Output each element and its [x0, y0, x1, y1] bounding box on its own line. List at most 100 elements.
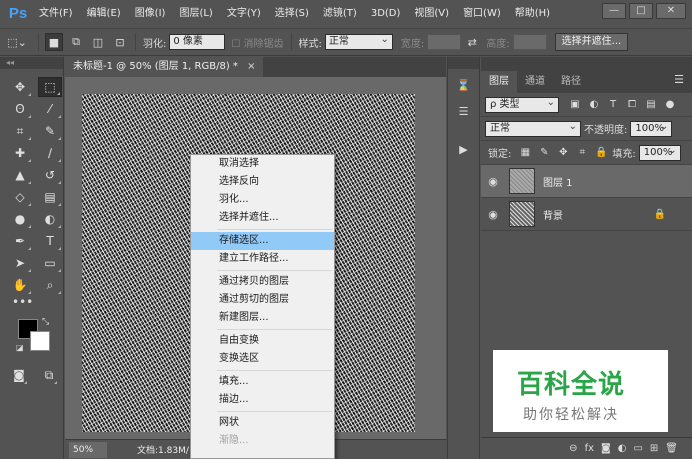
document-tab[interactable]: 未标题-1 @ 50% (图层 1, RGB/8) * ×	[65, 57, 264, 77]
move-tool-icon[interactable]: ✥	[8, 77, 32, 97]
antialias-checkbox[interactable]: ☐ 消除锯齿	[231, 35, 283, 50]
filter-pixel-icon[interactable]: ▣	[567, 97, 583, 113]
panel-menu-icon[interactable]: ☰	[674, 73, 684, 86]
height-input[interactable]	[512, 34, 547, 50]
swap-dimensions-icon[interactable]: ⇄	[463, 33, 481, 51]
fx-icon[interactable]: fx	[585, 443, 594, 454]
brush-icon[interactable]: ∕	[38, 143, 62, 163]
lock-all-icon[interactable]: 🔒	[593, 145, 609, 161]
eraser-icon[interactable]: ◇	[8, 187, 32, 207]
menu-window[interactable]: 窗口(W)	[456, 0, 508, 27]
menu-save-selection[interactable]: 存储选区...	[191, 232, 334, 250]
menu-select-inverse[interactable]: 选择反向	[191, 173, 334, 191]
tab-layers[interactable]: 图层	[481, 71, 517, 93]
hand-icon[interactable]: ✋	[8, 275, 32, 295]
type-tool-icon[interactable]: T	[38, 231, 62, 251]
menu-type[interactable]: 文字(Y)	[220, 0, 268, 27]
background-color-swatch[interactable]	[30, 331, 50, 351]
gradient-icon[interactable]: ▤	[38, 187, 62, 207]
menu-help[interactable]: 帮助(H)	[508, 0, 557, 27]
kind-filter-select[interactable]: ρ 类型	[485, 96, 559, 113]
menu-select-and-mask[interactable]: 选择并遮住...	[191, 209, 334, 227]
filter-smart-object-icon[interactable]: ▤	[643, 97, 659, 113]
tools-collapse-icon[interactable]: ◂◂	[0, 57, 63, 69]
lock-artboard-icon[interactable]: ⌗	[574, 145, 590, 161]
pen-icon[interactable]: ✒	[8, 231, 32, 251]
intersect-selection-icon[interactable]: ⊡	[111, 33, 129, 51]
menu-feather[interactable]: 羽化...	[191, 191, 334, 209]
menu-3d[interactable]: 3D(D)	[364, 0, 408, 27]
properties-panel-icon[interactable]: ☰	[452, 101, 476, 121]
filter-type-icon[interactable]: T	[605, 97, 621, 113]
filter-adjustment-icon[interactable]: ◐	[586, 97, 602, 113]
link-layers-icon[interactable]: ⊖	[569, 443, 577, 454]
crop-icon[interactable]: ⌗	[8, 121, 32, 141]
fill-input[interactable]: 100%	[638, 144, 681, 161]
rectangular-marquee-icon[interactable]: ⬚	[38, 77, 62, 97]
blur-icon[interactable]: ●	[8, 209, 32, 229]
path-selection-icon[interactable]: ➤	[8, 253, 32, 273]
maximize-button[interactable]: □	[629, 3, 653, 19]
menu-layer[interactable]: 图层(L)	[172, 0, 219, 27]
swap-colors-icon[interactable]: ⤡	[42, 317, 49, 327]
lock-transparent-icon[interactable]: ▦	[517, 145, 533, 161]
tab-close-icon[interactable]: ×	[247, 61, 255, 72]
opacity-input[interactable]: 100%	[630, 120, 673, 137]
zoom-field[interactable]: 50%	[69, 441, 107, 458]
menu-filter[interactable]: 滤镜(T)	[316, 0, 364, 27]
layer-row[interactable]: ◉ 图层 1	[481, 165, 692, 198]
dodge-icon[interactable]: ◐	[38, 209, 62, 229]
select-and-mask-button[interactable]: 选择并遮住...	[554, 33, 629, 51]
menu-deselect[interactable]: 取消选择	[191, 155, 334, 173]
menu-layer-via-copy[interactable]: 通过拷贝的图层	[191, 273, 334, 291]
menu-edit[interactable]: 编辑(E)	[80, 0, 128, 27]
history-brush-icon[interactable]: ↺	[38, 165, 62, 185]
clone-stamp-icon[interactable]: ▲	[8, 165, 32, 185]
menu-image[interactable]: 图像(I)	[128, 0, 173, 27]
visibility-eye-icon[interactable]: ◉	[481, 208, 505, 221]
lock-position-icon[interactable]: ✥	[555, 145, 571, 161]
eyedropper-icon[interactable]: ✎	[38, 121, 62, 141]
menu-stroke[interactable]: 描边...	[191, 391, 334, 409]
history-panel-icon[interactable]: ⌛	[452, 75, 476, 95]
width-input[interactable]	[427, 34, 462, 50]
menu-fill[interactable]: 填充...	[191, 373, 334, 391]
feather-input[interactable]: 0 像素	[169, 34, 226, 50]
new-group-icon[interactable]: ▭	[633, 443, 642, 454]
add-mask-icon[interactable]: ◙	[601, 443, 611, 454]
lasso-icon[interactable]: ʘ	[8, 99, 32, 119]
tab-channels[interactable]: 通道	[517, 71, 553, 93]
more-tools-icon[interactable]: •••	[0, 295, 63, 313]
default-colors-icon[interactable]: ◪	[16, 343, 24, 352]
quick-mask-icon[interactable]: ◙	[10, 365, 28, 385]
minimize-button[interactable]: —	[602, 3, 626, 19]
menu-make-work-path[interactable]: 建立工作路径...	[191, 250, 334, 268]
adjustment-layer-icon[interactable]: ◐	[618, 443, 627, 454]
lock-pixels-icon[interactable]: ✎	[536, 145, 552, 161]
menu-mesh[interactable]: 网状	[191, 414, 334, 432]
menu-free-transform[interactable]: 自由变换	[191, 332, 334, 350]
filter-shape-icon[interactable]: ⧠	[624, 97, 640, 113]
rectangle-shape-icon[interactable]: ▭	[38, 253, 62, 273]
tab-paths[interactable]: 路径	[553, 71, 589, 93]
filter-toggle-icon[interactable]: ●	[662, 97, 678, 113]
zoom-icon[interactable]: ⌕	[38, 275, 62, 295]
subtract-selection-icon[interactable]: ◫	[89, 33, 107, 51]
magic-wand-icon[interactable]: ⁄	[38, 99, 62, 119]
layer-row[interactable]: ◉ 背景 🔒	[481, 198, 692, 231]
menu-select[interactable]: 选择(S)	[268, 0, 316, 27]
close-button[interactable]: ✕	[656, 3, 686, 19]
visibility-eye-icon[interactable]: ◉	[481, 175, 505, 188]
new-layer-icon[interactable]: ⊞	[650, 443, 658, 454]
style-select[interactable]: 正常	[324, 33, 393, 50]
new-selection-icon[interactable]: ■	[45, 33, 63, 51]
add-selection-icon[interactable]: ⧉	[67, 33, 85, 51]
actions-play-icon[interactable]: ▶	[452, 139, 476, 159]
menu-file[interactable]: 文件(F)	[32, 0, 80, 27]
blend-mode-select[interactable]: 正常	[485, 120, 581, 137]
menu-layer-via-cut[interactable]: 通过剪切的图层	[191, 291, 334, 309]
delete-layer-icon[interactable]: 🗑	[665, 443, 678, 454]
menu-view[interactable]: 视图(V)	[407, 0, 456, 27]
healing-brush-icon[interactable]: ✚	[8, 143, 32, 163]
menu-transform-selection[interactable]: 变换选区	[191, 350, 334, 368]
